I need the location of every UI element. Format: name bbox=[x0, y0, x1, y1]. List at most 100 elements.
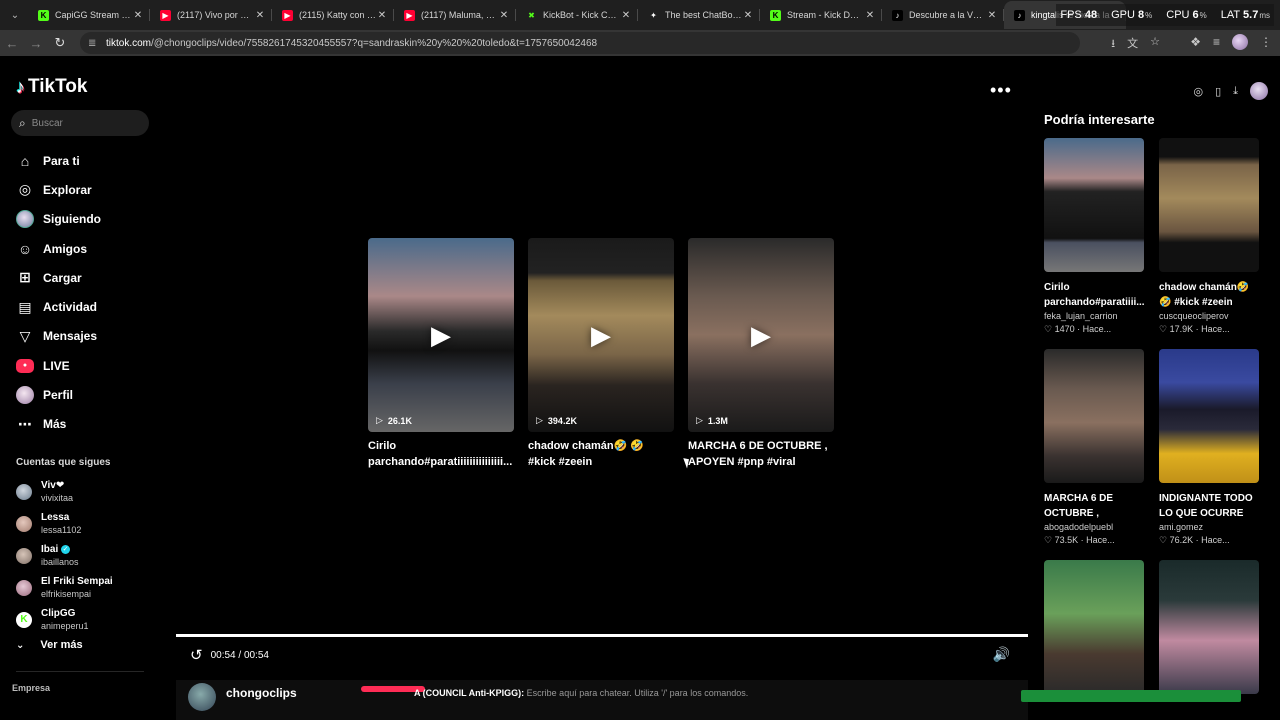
video-thumbnail[interactable] bbox=[1159, 349, 1259, 483]
ver-mas-button[interactable]: ⌄ Ver más bbox=[16, 639, 83, 651]
video-thumbnail[interactable] bbox=[1159, 560, 1259, 694]
nav-item-amigos[interactable]: ☺ Amigos bbox=[0, 234, 160, 263]
bookmark-star-icon[interactable]: ☆ bbox=[1150, 35, 1160, 54]
nav-item-cargar[interactable]: ⊞ Cargar bbox=[0, 263, 160, 292]
cpu-value: 6 bbox=[1192, 9, 1199, 21]
volume-icon[interactable]: 🔊 bbox=[993, 646, 1010, 663]
profile-avatar-icon[interactable] bbox=[1250, 82, 1268, 100]
browser-tab[interactable]: KStream - Kick Dashbo✕ bbox=[760, 1, 882, 29]
close-icon[interactable]: ✕ bbox=[254, 10, 266, 21]
nav-label: Cargar bbox=[43, 270, 82, 285]
browser-tab[interactable]: ♪ Descubre a la VTube ✕ bbox=[882, 1, 1004, 29]
browser-tab[interactable]: ✦ The best ChatBot an ✕ bbox=[638, 1, 760, 29]
play-icon[interactable]: ▶ bbox=[589, 320, 613, 350]
close-icon[interactable]: ✕ bbox=[498, 10, 510, 21]
cpu-unit: % bbox=[1199, 11, 1207, 20]
close-icon[interactable]: ✕ bbox=[986, 10, 998, 21]
device-icon[interactable]: ▯ bbox=[1215, 85, 1221, 98]
video-thumbnail[interactable] bbox=[1044, 138, 1144, 272]
nav-item-para-ti[interactable]: ⌂ Para ti bbox=[0, 146, 160, 175]
extensions-puzzle-icon[interactable]: ❖ bbox=[1190, 35, 1201, 49]
video-thumbnail[interactable] bbox=[1159, 138, 1259, 272]
following-account[interactable]: K ClipGG animeperu1 bbox=[16, 604, 113, 636]
more-options-icon[interactable]: ••• bbox=[990, 80, 1012, 101]
video-author: cuscqueocliperov bbox=[1159, 311, 1229, 321]
end-card-title[interactable]: MARCHA 6 DE OCTUBRE , APOYEN #pnp #viral bbox=[688, 438, 834, 470]
recommended-video[interactable]: Cirilo parchando#paratiiii... feka_lujan… bbox=[1044, 138, 1144, 335]
site-info-icon[interactable]: ≣ bbox=[88, 38, 100, 49]
back-icon[interactable]: ← bbox=[0, 31, 24, 55]
close-icon[interactable]: ✕ bbox=[864, 10, 876, 21]
like-count: 17.9K bbox=[1169, 324, 1194, 334]
video-player[interactable]: ••• ▶ ▷ 26.1K Cirilo parchando#paratiiiii… bbox=[176, 56, 1028, 720]
tiktok-logo[interactable]: ♪ TikTok bbox=[16, 76, 87, 98]
search-input[interactable] bbox=[31, 117, 132, 129]
end-card[interactable]: ▶ ▷ 26.1K Cirilo parchando#paratiiiiiiiii… bbox=[368, 238, 514, 470]
coin-icon[interactable]: ◎ bbox=[1193, 85, 1203, 98]
video-meta: ♡ 76.2K · Hace... bbox=[1159, 535, 1230, 545]
recommended-video[interactable] bbox=[1159, 560, 1259, 694]
nav-label: Actividad bbox=[43, 300, 98, 315]
browser-tab[interactable]: ▶ (2115) Katty con Kalli ✕ bbox=[272, 1, 394, 29]
browser-tab[interactable]: ▶(2117) Maluma, Carin✕ bbox=[394, 1, 516, 29]
play-icon[interactable]: ▶ bbox=[429, 320, 453, 350]
video-thumbnail[interactable] bbox=[1044, 560, 1144, 694]
reload-icon[interactable]: ↻ bbox=[48, 31, 72, 55]
close-icon[interactable]: ✕ bbox=[620, 10, 632, 21]
address-bar[interactable]: ≣ tiktok.com/@chongoclips/video/75582617… bbox=[80, 32, 1080, 54]
chrome-menu-icon[interactable]: ⋮ bbox=[1260, 35, 1272, 49]
nav-item-perfil[interactable]: Perfil bbox=[0, 380, 160, 409]
end-card-title[interactable]: Cirilo parchando#paratiiiiiiiiiiiiiii... bbox=[368, 438, 514, 470]
translate-icon[interactable]: 文 bbox=[1127, 35, 1138, 54]
following-account[interactable]: El Friki Sempai elfrikisempai bbox=[16, 572, 113, 604]
following-account[interactable]: Lessa lessa1102 bbox=[16, 508, 113, 540]
tab-search-button[interactable]: ⌄ bbox=[2, 4, 28, 26]
video-thumbnail[interactable]: ▶ ▷ 394.2K bbox=[528, 238, 674, 432]
video-thumbnail[interactable] bbox=[1044, 349, 1144, 483]
forward-icon[interactable]: → bbox=[24, 31, 48, 55]
youtube-icon: ▶ bbox=[404, 9, 415, 21]
nav-item-mensajes[interactable]: ▽ Mensajes bbox=[0, 322, 160, 351]
progress-bar[interactable] bbox=[176, 634, 1028, 637]
tiktok-note-icon: ♪ bbox=[16, 76, 25, 97]
like-count: 73.5K bbox=[1054, 535, 1079, 545]
recommended-video[interactable]: INDIGNANTE TODO LO QUE OCURRE E... ami.g… bbox=[1159, 349, 1259, 546]
gpu-value: 8 bbox=[1138, 9, 1145, 21]
profile-avatar-icon[interactable] bbox=[1232, 34, 1248, 50]
close-icon[interactable]: ✕ bbox=[742, 10, 754, 21]
install-app-icon[interactable]: ⭳ bbox=[1111, 35, 1115, 54]
video-thumbnail[interactable]: ▶ ▷ 26.1K bbox=[368, 238, 514, 432]
browser-tab[interactable]: ▶ (2117) Vivo por el St ✕ bbox=[150, 1, 272, 29]
nav-item-explorar[interactable]: ◎ Explorar bbox=[0, 175, 160, 204]
gpu-label: GPU bbox=[1111, 9, 1135, 21]
performance-overlay: FPS 48 GPU 8% CPU 6% LAT 5.7ms bbox=[1056, 4, 1274, 26]
following-account[interactable]: Ibai ✓ ibaillanos bbox=[16, 540, 113, 572]
kick-icon: K bbox=[38, 9, 49, 21]
close-icon[interactable]: ✕ bbox=[376, 10, 388, 21]
video-thumbnail[interactable]: ▶ ▷ 1.3M bbox=[688, 238, 834, 432]
view-count-value: 26.1K bbox=[387, 415, 412, 426]
search-box[interactable]: ⌕ bbox=[11, 110, 149, 136]
recommended-video[interactable]: MARCHA 6 DE OCTUBRE , APOYE... abogadode… bbox=[1044, 349, 1144, 546]
end-card-title[interactable]: chadow chamán🤣 🤣 #kick #zeein bbox=[528, 438, 674, 470]
close-icon[interactable]: ✕ bbox=[132, 10, 144, 21]
browser-tab[interactable]: ✖KickBot - Kick Chatbo✕ bbox=[516, 1, 638, 29]
replay-icon[interactable]: ↺ bbox=[190, 646, 203, 664]
account-avatar bbox=[16, 516, 32, 532]
browser-tab[interactable]: K CapiGG Stream - Wa ✕ bbox=[28, 1, 150, 29]
end-card[interactable]: ▶ ▷ 394.2K chadow chamán🤣 🤣 #kick #zeein bbox=[528, 238, 674, 470]
nav-item-actividad[interactable]: ▤ Actividad bbox=[0, 292, 160, 321]
following-account[interactable]: Viv❤ vivixitaa bbox=[16, 476, 113, 508]
media-controls-icon[interactable]: ≡ bbox=[1213, 35, 1220, 49]
download-icon[interactable]: ⤓ bbox=[1233, 85, 1238, 98]
nav-item-mas[interactable]: ⋯ Más bbox=[0, 410, 160, 439]
nav-item-live[interactable]: ● LIVE bbox=[0, 351, 160, 380]
end-card-recommendations: ▶ ▷ 26.1K Cirilo parchando#paratiiiiiiiii… bbox=[368, 238, 834, 470]
following-avatar-icon bbox=[16, 210, 34, 229]
nav-item-siguiendo[interactable]: Siguiendo bbox=[0, 205, 160, 234]
play-icon[interactable]: ▶ bbox=[749, 320, 773, 350]
recommended-video[interactable]: chadow chamán🤣 🤣 #kick #zeein cuscqueocl… bbox=[1159, 138, 1259, 335]
end-card[interactable]: ▶ ▷ 1.3M MARCHA 6 DE OCTUBRE , APOYEN #pn… bbox=[688, 238, 834, 470]
recommended-video[interactable] bbox=[1044, 560, 1144, 694]
view-count-value: 394.2K bbox=[547, 415, 577, 426]
